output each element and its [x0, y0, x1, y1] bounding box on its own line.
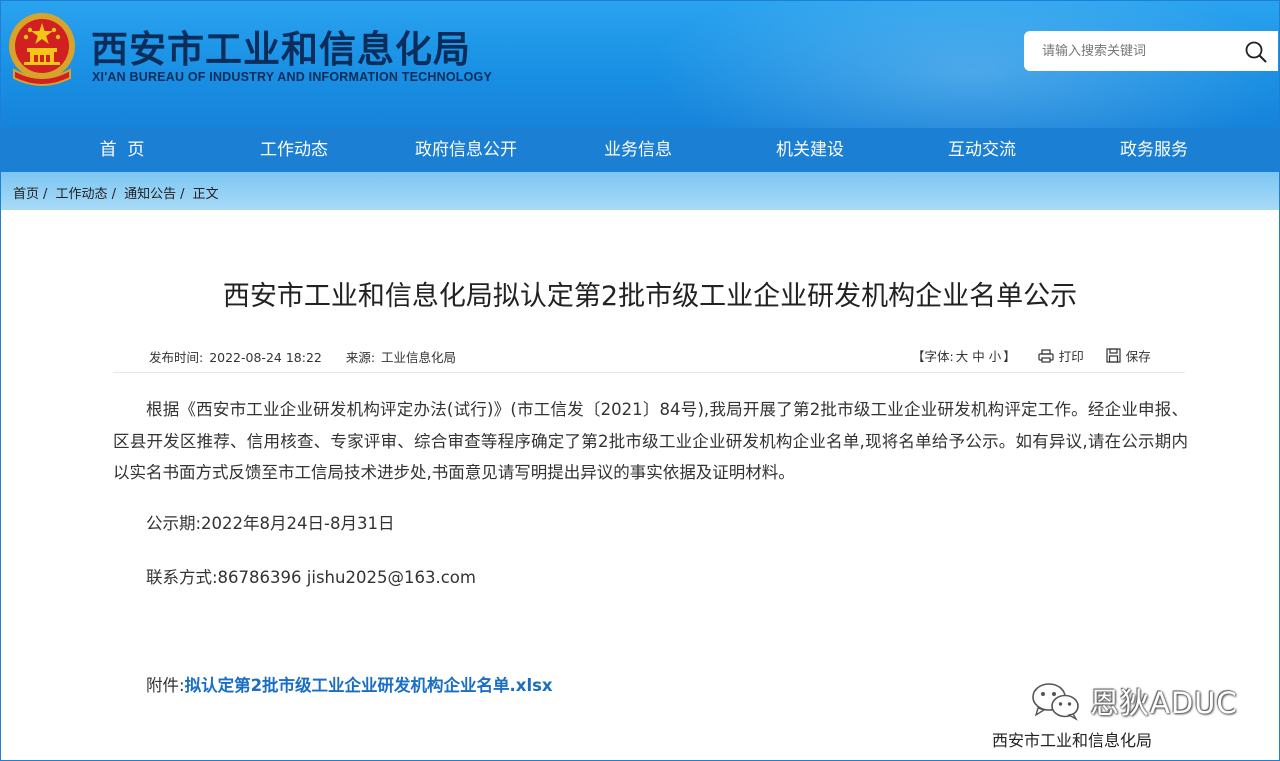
watermark: 恩狄ADUC	[1030, 680, 1238, 722]
article-meta: 发布时间: 2022-08-24 18:22 来源: 工业信息化局	[149, 347, 458, 366]
font-size-close: 】	[1003, 349, 1016, 364]
breadcrumb-notices[interactable]: 通知公告	[124, 187, 176, 202]
contact-info: 联系方式:86786396 jishu2025@163.com	[146, 568, 476, 587]
breadcrumb-bar: 首页 / 工作动态 / 通知公告 / 正文	[1, 172, 1279, 210]
nav-item-gov-services[interactable]: 政务服务	[1069, 128, 1239, 172]
font-size-large[interactable]: 大	[956, 346, 969, 365]
save-button[interactable]: 保存	[1106, 346, 1151, 365]
font-size-label: 【字体:	[912, 349, 954, 364]
site-subtitle: XI'AN BUREAU OF INDUSTRY AND INFORMATION…	[92, 70, 492, 84]
source-label: 来源:	[345, 350, 376, 365]
attachment-link[interactable]: 拟认定第2批市级工业企业研发机构企业名单.xlsx	[185, 676, 553, 695]
article-tools: 【字体: 大 中 小 】 打印 保存	[912, 346, 1151, 365]
article-title: 西安市工业和信息化局拟认定第2批市级工业企业研发机构企业名单公示	[222, 281, 1078, 312]
article-body-paragraph: 根据《西安市工业企业研发机构评定办法(试行)》(市工信发〔2021〕84号),我…	[113, 400, 1188, 482]
nav-item-gov-info[interactable]: 政府信息公开	[381, 128, 551, 172]
breadcrumb-work-news[interactable]: 工作动态	[56, 187, 108, 202]
nav-item-organ-building[interactable]: 机关建设	[725, 128, 895, 172]
wechat-icon	[1032, 683, 1079, 721]
breadcrumb-home[interactable]: 首页	[13, 187, 39, 202]
print-button[interactable]: 打印	[1038, 346, 1084, 365]
save-icon	[1106, 348, 1121, 363]
meta-divider	[113, 372, 1185, 373]
site-title: 西安市工业和信息化局	[91, 28, 471, 71]
breadcrumb: 首页 / 工作动态 / 通知公告 / 正文	[13, 183, 219, 202]
nav-item-work-news[interactable]: 工作动态	[209, 128, 379, 172]
attachment-label: 附件:	[146, 676, 185, 695]
save-label: 保存	[1125, 349, 1151, 364]
national-emblem-icon	[9, 13, 75, 86]
publish-time: 2022-08-24 18:22	[209, 350, 322, 365]
search-input[interactable]	[1042, 41, 1232, 61]
search-box	[1024, 31, 1278, 71]
print-label: 打印	[1058, 349, 1084, 364]
publicity-period: 公示期:2022年8月24日-8月31日	[146, 514, 395, 533]
issuer-signature: 西安市工业和信息化局	[992, 731, 1153, 750]
font-size-small[interactable]: 小	[989, 346, 1002, 365]
attachment: 附件:拟认定第2批市级工业企业研发机构企业名单.xlsx	[146, 672, 553, 696]
site-header: 西安市工业和信息化局 XI'AN BUREAU OF INDUSTRY AND …	[1, 1, 1279, 128]
breadcrumb-current: 正文	[192, 187, 219, 202]
breadcrumb-separator: /	[180, 187, 185, 202]
search-icon[interactable]	[1244, 40, 1268, 64]
publish-time-label: 发布时间:	[149, 350, 204, 365]
font-size-medium[interactable]: 中	[972, 346, 985, 365]
watermark-text: 恩狄ADUC	[1090, 686, 1238, 720]
main-nav: 首 页 工作动态 政府信息公开 业务信息 机关建设 互动交流 政务服务	[1, 128, 1279, 172]
printer-icon	[1038, 348, 1054, 363]
breadcrumb-separator: /	[43, 187, 48, 202]
breadcrumb-separator: /	[111, 187, 116, 202]
nav-item-business-info[interactable]: 业务信息	[553, 128, 723, 172]
source: 工业信息化局	[381, 350, 457, 365]
nav-item-interaction[interactable]: 互动交流	[897, 128, 1067, 172]
nav-item-home[interactable]: 首 页	[37, 128, 207, 172]
